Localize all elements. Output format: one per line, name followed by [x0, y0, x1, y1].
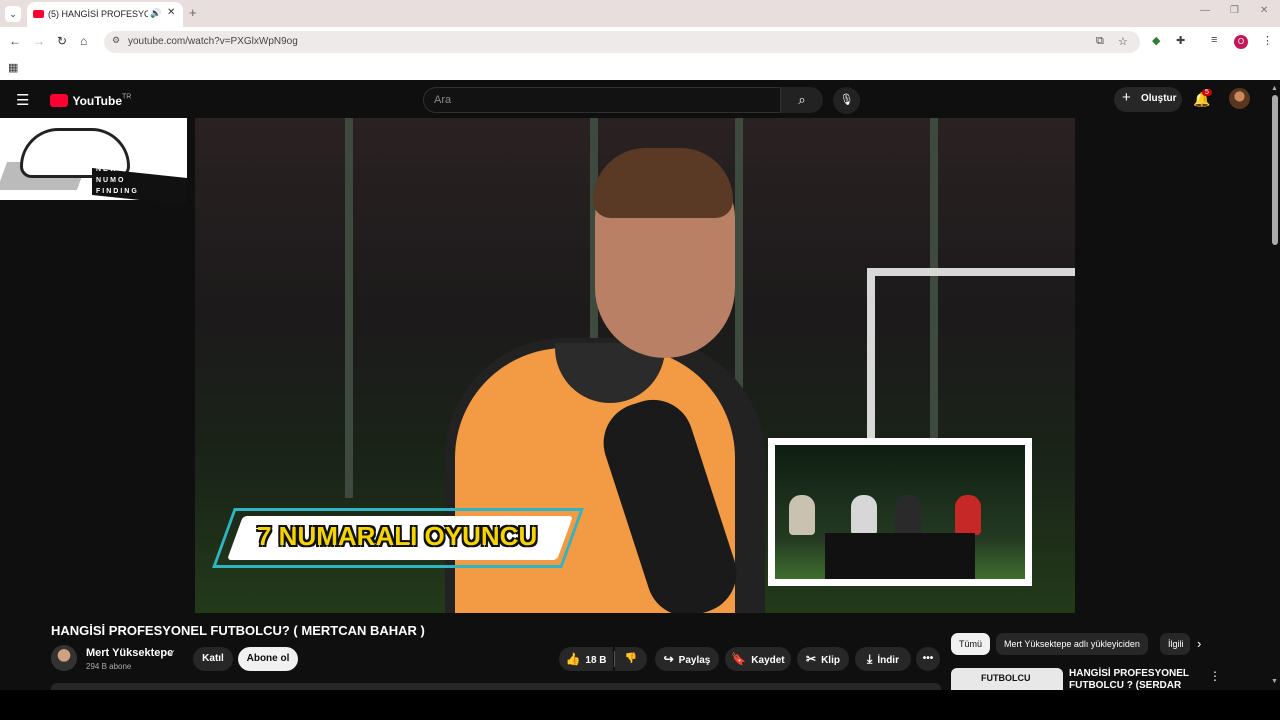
audio-playing-icon[interactable]: 🔊	[150, 8, 161, 19]
notification-badge: 5	[1202, 89, 1212, 96]
plus-icon: +	[1122, 89, 1131, 106]
region-code: TR	[122, 93, 132, 101]
channel-name[interactable]: Mert Yüksektepe	[86, 647, 173, 659]
tab-search-icon[interactable]: ⌄	[5, 6, 21, 22]
chip-from-uploader[interactable]: Mert Yüksektepe adlı yükleyiciden	[996, 633, 1148, 655]
search-input[interactable]: Ara	[423, 87, 781, 113]
like-count: 18 B	[585, 655, 607, 666]
scissors-icon: ✂	[806, 652, 817, 666]
jury-member	[851, 495, 877, 535]
clip-button[interactable]: ✂ Klip	[797, 647, 849, 671]
clip-label: Klip	[821, 655, 840, 666]
thumbs-down-icon: 👎	[624, 653, 638, 664]
search-placeholder: Ara	[434, 94, 452, 106]
jury-table-scene	[775, 445, 1025, 579]
account-avatar[interactable]	[1229, 88, 1250, 109]
browser-toolbar: ← → ↻ ⌂ ⚙ youtube.com/watch?v=PXGlxWpN9o…	[0, 27, 1280, 57]
site-info-icon[interactable]: ⚙	[112, 35, 120, 46]
youtube-wordmark: YouTube	[72, 93, 122, 108]
more-options-icon[interactable]: ⋮	[1209, 669, 1221, 683]
share-icon: ↪	[663, 652, 674, 666]
thumbnail-text: FUTBOLCU	[981, 673, 1031, 683]
forward-icon[interactable]: →	[33, 34, 45, 48]
share-label: Paylaş	[678, 655, 711, 666]
profile-avatar[interactable]: O	[1234, 35, 1248, 49]
address-bar[interactable]: ⚙ youtube.com/watch?v=PXGlxWpN9og ⧉ ☆	[104, 31, 1140, 53]
browser-tab-bar: ⌄ (5) HANGİSİ PROFESYONEL 🔊 ✕ + — ❐ ✕	[0, 0, 1280, 27]
join-button[interactable]: Katıl	[193, 647, 233, 671]
goal-frame	[867, 268, 1075, 438]
thumbs-up-icon: 👍	[565, 652, 581, 666]
extensions-puzzle-icon[interactable]: ✚	[1176, 34, 1185, 47]
youtube-logo[interactable]: YouTubeTR	[50, 92, 131, 110]
save-label: Kaydet	[751, 655, 785, 666]
chip-all[interactable]: Tümü	[951, 633, 991, 655]
download-button[interactable]: ⤓ İndir	[855, 647, 911, 671]
dislike-button[interactable]: 👎	[615, 647, 647, 671]
minimize-icon[interactable]: —	[1200, 5, 1210, 16]
save-button[interactable]: 🔖 Kaydet	[725, 647, 791, 671]
subscribe-button[interactable]: Abone ol	[238, 647, 298, 671]
apps-grid-icon[interactable]: ▦	[8, 61, 18, 74]
share-button[interactable]: ↪ Paylaş	[655, 647, 719, 671]
sticker-overlay: NEW NUMO FINDING	[0, 118, 187, 205]
media-control-icon[interactable]: ≡	[1211, 34, 1217, 46]
verified-check-icon: ✔	[168, 648, 176, 658]
browser-menu-icon[interactable]: ⋮	[1262, 34, 1273, 47]
microphone-icon[interactable]: 🎙	[833, 87, 860, 114]
download-icon: ⤓	[867, 652, 873, 666]
recommended-title[interactable]: HANGİSİ PROFESYONEL FUTBOLCU ? (SERDAR	[1069, 668, 1189, 692]
bookmark-icon: 🔖	[731, 652, 747, 666]
fence-post	[345, 118, 353, 498]
reload-icon[interactable]: ↻	[57, 34, 67, 48]
like-button[interactable]: 👍 18 B	[559, 647, 613, 671]
download-label: İndir	[877, 655, 899, 666]
maximize-icon[interactable]: ❐	[1230, 5, 1239, 16]
youtube-play-icon	[50, 94, 68, 108]
browser-tab[interactable]: (5) HANGİSİ PROFESYONEL 🔊 ✕	[27, 2, 183, 27]
hamburger-menu-icon[interactable]: ☰	[16, 91, 29, 109]
bookmarks-bar: ▦	[0, 57, 1280, 80]
player-hair	[593, 148, 733, 218]
picture-in-picture-frame	[768, 438, 1032, 586]
install-app-icon[interactable]: ⧉	[1096, 35, 1104, 48]
scroll-down-icon[interactable]: ▼	[1271, 678, 1278, 685]
jury-member	[895, 495, 921, 535]
youtube-favicon-icon	[33, 10, 44, 18]
create-label: Oluştur	[1141, 93, 1177, 104]
tab-title: (5) HANGİSİ PROFESYONEL	[48, 9, 148, 19]
bottom-area	[0, 690, 1280, 720]
extension-shield-icon[interactable]: ◆	[1152, 34, 1160, 47]
video-title: HANGİSİ PROFESYONEL FUTBOLCU? ( MERTCAN …	[51, 623, 425, 638]
jury-table	[825, 533, 975, 579]
home-icon[interactable]: ⌂	[80, 34, 87, 48]
close-window-icon[interactable]: ✕	[1260, 5, 1268, 16]
player-number-banner: 7 NUMARALI OYUNCU	[257, 521, 538, 551]
more-actions-icon[interactable]: •••	[916, 647, 940, 671]
video-player[interactable]: 7 NUMARALI OYUNCU	[195, 118, 1075, 613]
url-text: youtube.com/watch?v=PXGlxWpN9og	[128, 36, 298, 47]
bookmark-star-icon[interactable]: ☆	[1118, 35, 1128, 48]
new-tab-icon[interactable]: +	[189, 5, 197, 20]
jury-member	[789, 495, 815, 535]
search-icon[interactable]: ⌕	[781, 87, 823, 113]
channel-avatar[interactable]	[51, 645, 77, 671]
scroll-up-icon[interactable]: ▲	[1271, 85, 1278, 92]
close-tab-icon[interactable]: ✕	[167, 7, 175, 18]
chevron-right-icon[interactable]: ›	[1197, 636, 1201, 651]
scrollbar-thumb[interactable]	[1272, 95, 1278, 245]
jury-member	[955, 495, 981, 535]
subscriber-count: 294 B abone	[86, 662, 132, 671]
back-icon[interactable]: ←	[9, 34, 21, 48]
chip-related[interactable]: İlgili	[1160, 633, 1190, 655]
create-button[interactable]: + Oluştur	[1114, 87, 1182, 112]
sticker-text: NEW NUMO FINDING	[96, 166, 139, 195]
